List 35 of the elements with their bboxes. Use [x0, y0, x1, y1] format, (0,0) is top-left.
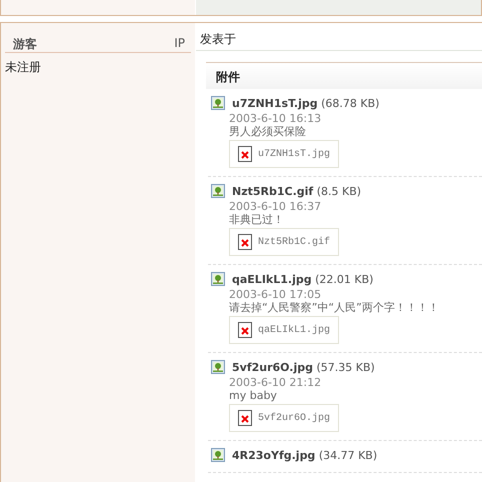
image-thumbnail[interactable]: 5vf2ur6O.jpg	[229, 404, 340, 432]
broken-image-icon	[238, 322, 252, 338]
posted-label: 发表于	[196, 23, 482, 51]
author-name: 游客	[13, 36, 37, 52]
upload-date: 2003-6-10 21:12	[229, 376, 322, 389]
attachment-description: 男人必须买保险	[229, 125, 307, 138]
file-size: (34.77 KB)	[318, 448, 378, 462]
image-thumbnail[interactable]: u7ZNH1sT.jpg	[229, 140, 340, 168]
file-size: (68.78 KB)	[321, 96, 380, 110]
broken-image-icon	[238, 410, 252, 426]
ip-label: IP	[174, 36, 185, 52]
image-file-icon	[211, 96, 225, 110]
upload-date: 2003-6-10 17:05	[229, 288, 322, 301]
file-link[interactable]: 5vf2ur6O.jpg	[232, 360, 313, 374]
image-file-icon	[211, 272, 225, 286]
file-link[interactable]: qaELIkL1.jpg	[232, 272, 312, 286]
attachment-description: my baby	[229, 389, 278, 402]
file-size: (22.01 KB)	[315, 272, 374, 286]
attachment-description: 请去掉“人民警察”中“人民”两个字！！！！	[229, 301, 440, 314]
image-thumbnail[interactable]: Nzt5Rb1C.gif	[229, 228, 340, 256]
file-link[interactable]: u7ZNH1sT.jpg	[232, 96, 318, 110]
broken-image-icon	[238, 146, 252, 162]
image-file-icon	[211, 184, 225, 198]
file-link[interactable]: Nzt5Rb1C.gif	[232, 184, 314, 198]
author-status: 未注册	[5, 59, 42, 76]
image-file-icon	[211, 360, 225, 374]
file-size: (8.5 KB)	[316, 184, 362, 198]
file-size: (57.35 KB)	[316, 360, 375, 374]
image-thumbnail[interactable]: qaELIkL1.jpg	[229, 316, 340, 344]
upload-date: 2003-6-10 16:37	[229, 200, 322, 213]
upload-date: 2003-6-10 16:13	[229, 112, 322, 125]
file-link[interactable]: 4R23oYfg.jpg	[232, 448, 316, 462]
attachment-description: 非典已过！	[229, 213, 285, 226]
image-file-icon	[211, 448, 225, 462]
broken-image-icon	[238, 234, 252, 250]
